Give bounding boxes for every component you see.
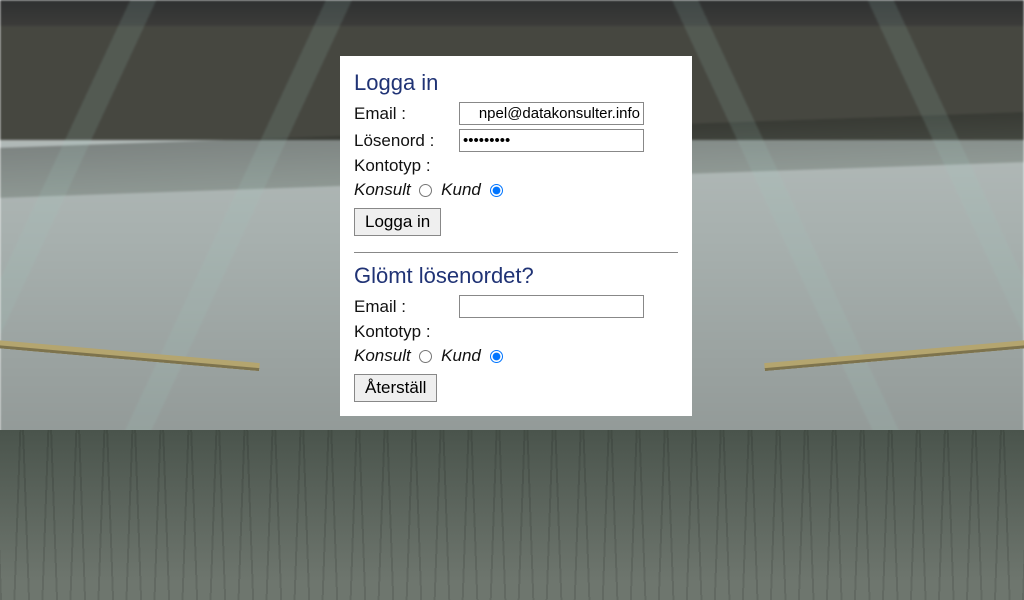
login-email-input[interactable] (459, 102, 644, 125)
login-option-customer-label: Kund (441, 180, 481, 199)
login-email-row: Email : (354, 102, 678, 125)
login-panel: Logga in Email : Lösenord : Kontotyp : K… (340, 56, 692, 416)
forgot-email-input[interactable] (459, 295, 644, 318)
login-password-label: Lösenord : (354, 131, 459, 151)
login-option-customer-radio[interactable] (490, 184, 503, 197)
login-account-type-options: Konsult Kund (354, 180, 678, 200)
forgot-account-type-options: Konsult Kund (354, 346, 678, 366)
login-option-consultant-label: Konsult (354, 180, 411, 199)
forgot-submit-button[interactable]: Återställ (354, 374, 437, 402)
forgot-account-type-label: Kontotyp : (354, 322, 431, 342)
login-account-type-label: Kontotyp : (354, 156, 431, 176)
forgot-heading: Glömt lösenordet? (354, 263, 678, 289)
forgot-option-consultant-radio[interactable] (419, 350, 432, 363)
login-password-row: Lösenord : (354, 129, 678, 152)
forgot-option-customer-label: Kund (441, 346, 481, 365)
login-email-label: Email : (354, 104, 459, 124)
forgot-account-type-row: Kontotyp : (354, 322, 678, 342)
login-account-type-row: Kontotyp : (354, 156, 678, 176)
forgot-email-row: Email : (354, 295, 678, 318)
login-password-input[interactable] (459, 129, 644, 152)
login-submit-button[interactable]: Logga in (354, 208, 441, 236)
divider (354, 252, 678, 253)
forgot-email-label: Email : (354, 297, 459, 317)
forgot-option-customer-radio[interactable] (490, 350, 503, 363)
login-option-consultant-radio[interactable] (419, 184, 432, 197)
forgot-option-consultant-label: Konsult (354, 346, 411, 365)
background-floor (0, 430, 1024, 600)
login-heading: Logga in (354, 70, 678, 96)
